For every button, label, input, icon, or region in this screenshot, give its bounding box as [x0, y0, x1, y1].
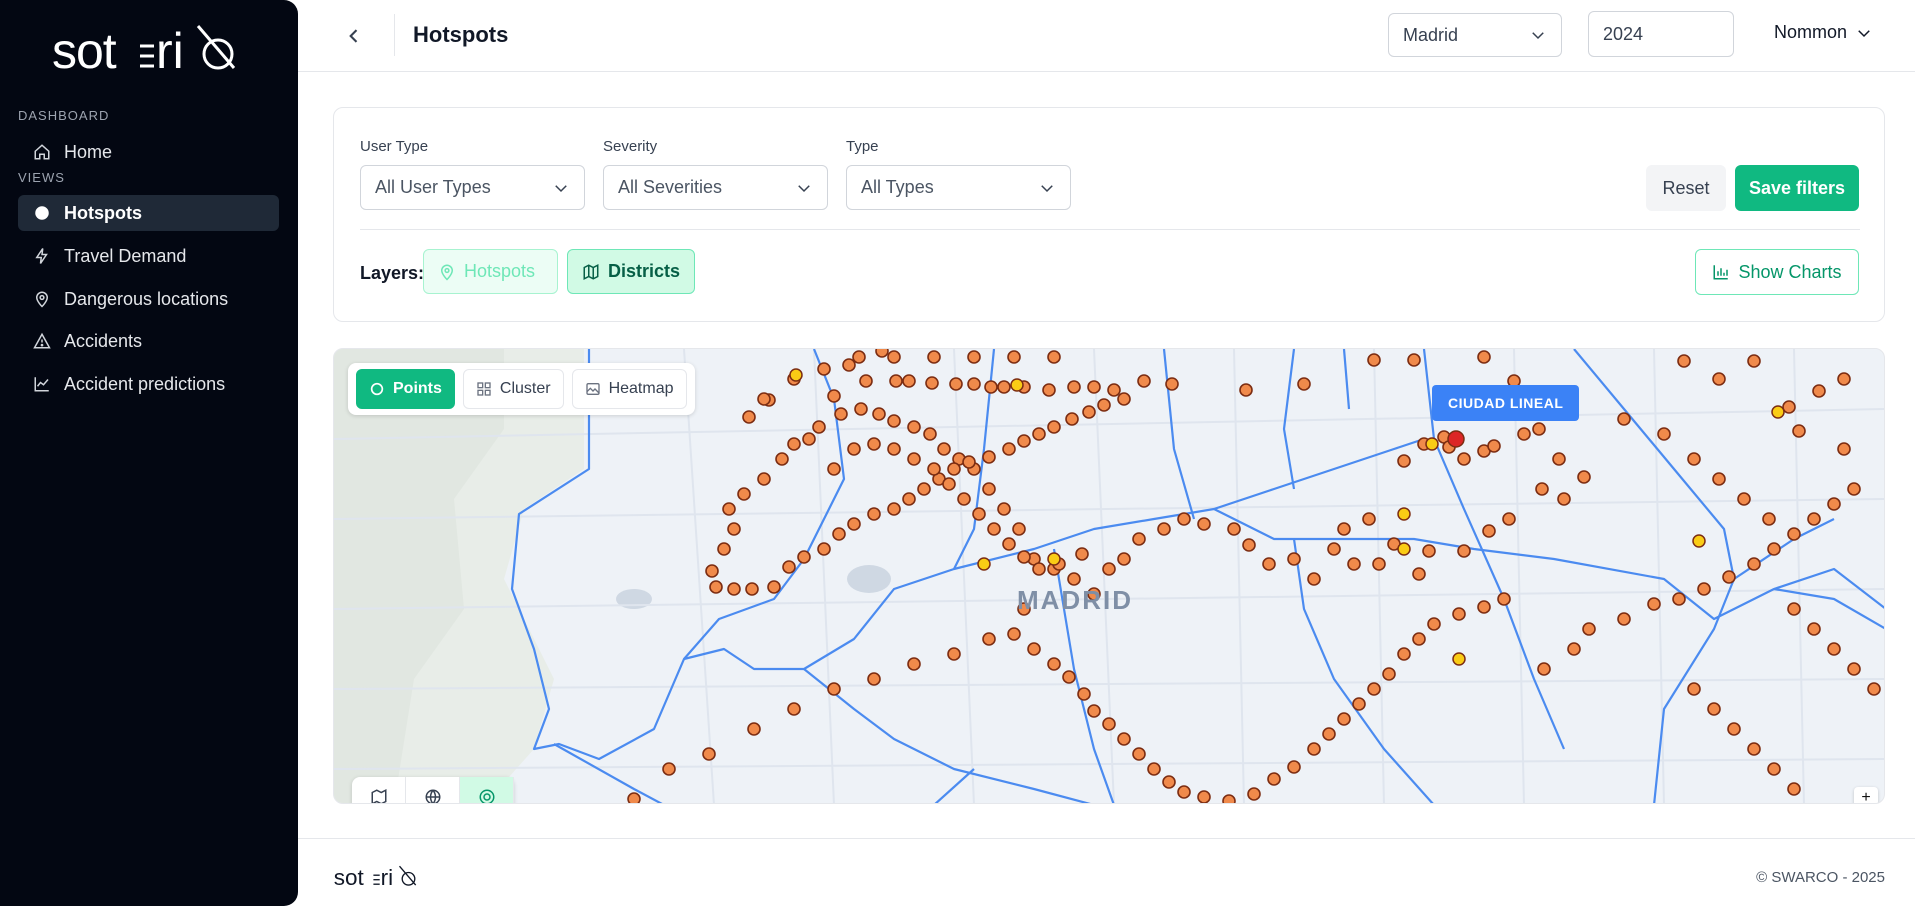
chevron-left-icon	[349, 29, 358, 43]
svg-text:sot: sot	[334, 865, 365, 890]
sidebar-item-label: Travel Demand	[64, 245, 187, 266]
layer-hotspots-toggle[interactable]: Hotspots	[423, 249, 558, 294]
bar-chart-icon	[1713, 265, 1729, 280]
sidebar-item-accidents[interactable]: Accidents	[18, 323, 279, 359]
globe-icon	[425, 789, 440, 803]
type-label: Type	[846, 138, 879, 155]
map-pin-icon	[32, 289, 52, 309]
severity-label: Severity	[603, 138, 658, 155]
soteria-footer-logo: sot ri	[334, 865, 417, 890]
user-menu[interactable]: Nommon	[1774, 22, 1873, 43]
save-filters-button[interactable]: Save filters	[1735, 165, 1859, 211]
views-section-label: VIEWS	[18, 170, 65, 185]
heatmap-view-label: Heatmap	[608, 380, 674, 397]
basemap-map-button[interactable]	[352, 777, 406, 803]
city-select-value: Madrid	[1403, 24, 1459, 45]
filter-divider	[360, 229, 1860, 230]
user-type-label: User Type	[360, 138, 429, 155]
chevron-down-icon	[798, 184, 810, 192]
reset-button[interactable]: Reset	[1646, 165, 1726, 211]
show-charts-button[interactable]: Show Charts	[1695, 249, 1859, 295]
layer-districts-label: Districts	[607, 261, 680, 281]
header-divider	[394, 14, 395, 56]
sidebar-item-travel-demand[interactable]: Travel Demand	[18, 238, 279, 274]
cluster-view-button[interactable]: Cluster	[462, 369, 564, 409]
chevron-down-icon	[1858, 29, 1870, 37]
sidebar-item-label: Hotspots	[64, 202, 142, 223]
dashboard-section-label: DASHBOARD	[18, 108, 110, 123]
footer: sot ri © SWARCO - 2025	[298, 838, 1915, 906]
sidebar-item-home[interactable]: Home	[18, 134, 279, 170]
sidebar-item-label: Dangerous locations	[64, 288, 229, 309]
basemap-switcher	[352, 777, 514, 803]
soteria-logo[interactable]: sot ri	[48, 20, 248, 80]
dot-icon	[32, 203, 52, 223]
layer-hotspots-label: Hotspots	[464, 261, 536, 281]
grid-icon	[477, 382, 491, 396]
back-button[interactable]	[338, 20, 370, 52]
target-icon	[479, 789, 494, 803]
page-title: Hotspots	[413, 22, 509, 47]
show-charts-label: Show Charts	[1738, 261, 1842, 282]
map-city-label: MADRID	[1017, 585, 1133, 615]
points-view-label: Points	[393, 380, 442, 397]
year-input-value: 2024	[1603, 23, 1644, 44]
basemap-globe-button[interactable]	[406, 777, 460, 803]
sidebar-item-label: Home	[64, 141, 113, 162]
layers-label: Layers:	[360, 263, 425, 283]
basemap-satellite-button[interactable]	[460, 777, 514, 803]
view-mode-toggle: Points Cluster Heatmap	[348, 363, 695, 415]
image-icon	[585, 383, 600, 395]
user-type-value: All User Types	[375, 177, 491, 197]
copyright-text: © SWARCO - 2025	[1756, 869, 1885, 886]
home-icon	[32, 142, 52, 162]
heatmap-view-button[interactable]: Heatmap	[571, 369, 687, 409]
sidebar: sot ri DASHBOARD Home VIEWS Hotspots Tra…	[0, 0, 298, 906]
filter-card: User Type All User Types Severity All Se…	[333, 107, 1885, 322]
sidebar-item-label: Accidents	[64, 330, 143, 351]
map-icon	[583, 263, 599, 280]
user-type-select[interactable]: All User Types	[360, 165, 585, 210]
city-select[interactable]: Madrid	[1388, 13, 1562, 57]
type-select[interactable]: All Types	[846, 165, 1071, 210]
map-base	[334, 349, 1884, 803]
zoom-in-button[interactable]: +	[1854, 787, 1878, 803]
svg-text:sot: sot	[52, 23, 117, 79]
map-pin-icon	[440, 264, 454, 281]
sidebar-item-label: Accident predictions	[64, 373, 226, 394]
svg-text:ri: ri	[156, 23, 184, 79]
severity-select[interactable]: All Severities	[603, 165, 828, 210]
hotspot-points-layer	[627, 349, 1881, 803]
sidebar-item-hotspots[interactable]: Hotspots	[18, 195, 279, 231]
district-tooltip: CIUDAD LINEAL	[1432, 385, 1580, 421]
sidebar-item-dangerous-locations[interactable]: Dangerous locations	[18, 281, 279, 317]
map-icon	[371, 789, 386, 803]
warning-triangle-icon	[32, 331, 52, 351]
severity-value: All Severities	[618, 177, 723, 197]
sidebar-item-accident-predictions[interactable]: Accident predictions	[18, 366, 279, 402]
hotspots-map[interactable]: Points Cluster Heatmap CIUDAD LINEAL MAD…	[333, 348, 1885, 804]
user-name: Nommon	[1774, 22, 1848, 42]
chevron-down-icon	[1041, 184, 1053, 192]
chevron-down-icon	[555, 184, 567, 192]
year-input[interactable]: 2024	[1588, 11, 1734, 57]
cluster-view-label: Cluster	[499, 380, 551, 397]
trend-chart-icon	[32, 374, 52, 394]
points-view-button[interactable]: Points	[356, 369, 455, 409]
circle-icon	[370, 382, 384, 396]
chevron-down-icon	[1532, 32, 1544, 40]
layer-districts-toggle[interactable]: Districts	[567, 249, 695, 294]
lightning-icon	[32, 246, 52, 266]
svg-text:ri: ri	[381, 865, 394, 890]
top-header: Hotspots Madrid 2024 Nommon	[298, 0, 1915, 72]
type-value: All Types	[861, 177, 934, 197]
